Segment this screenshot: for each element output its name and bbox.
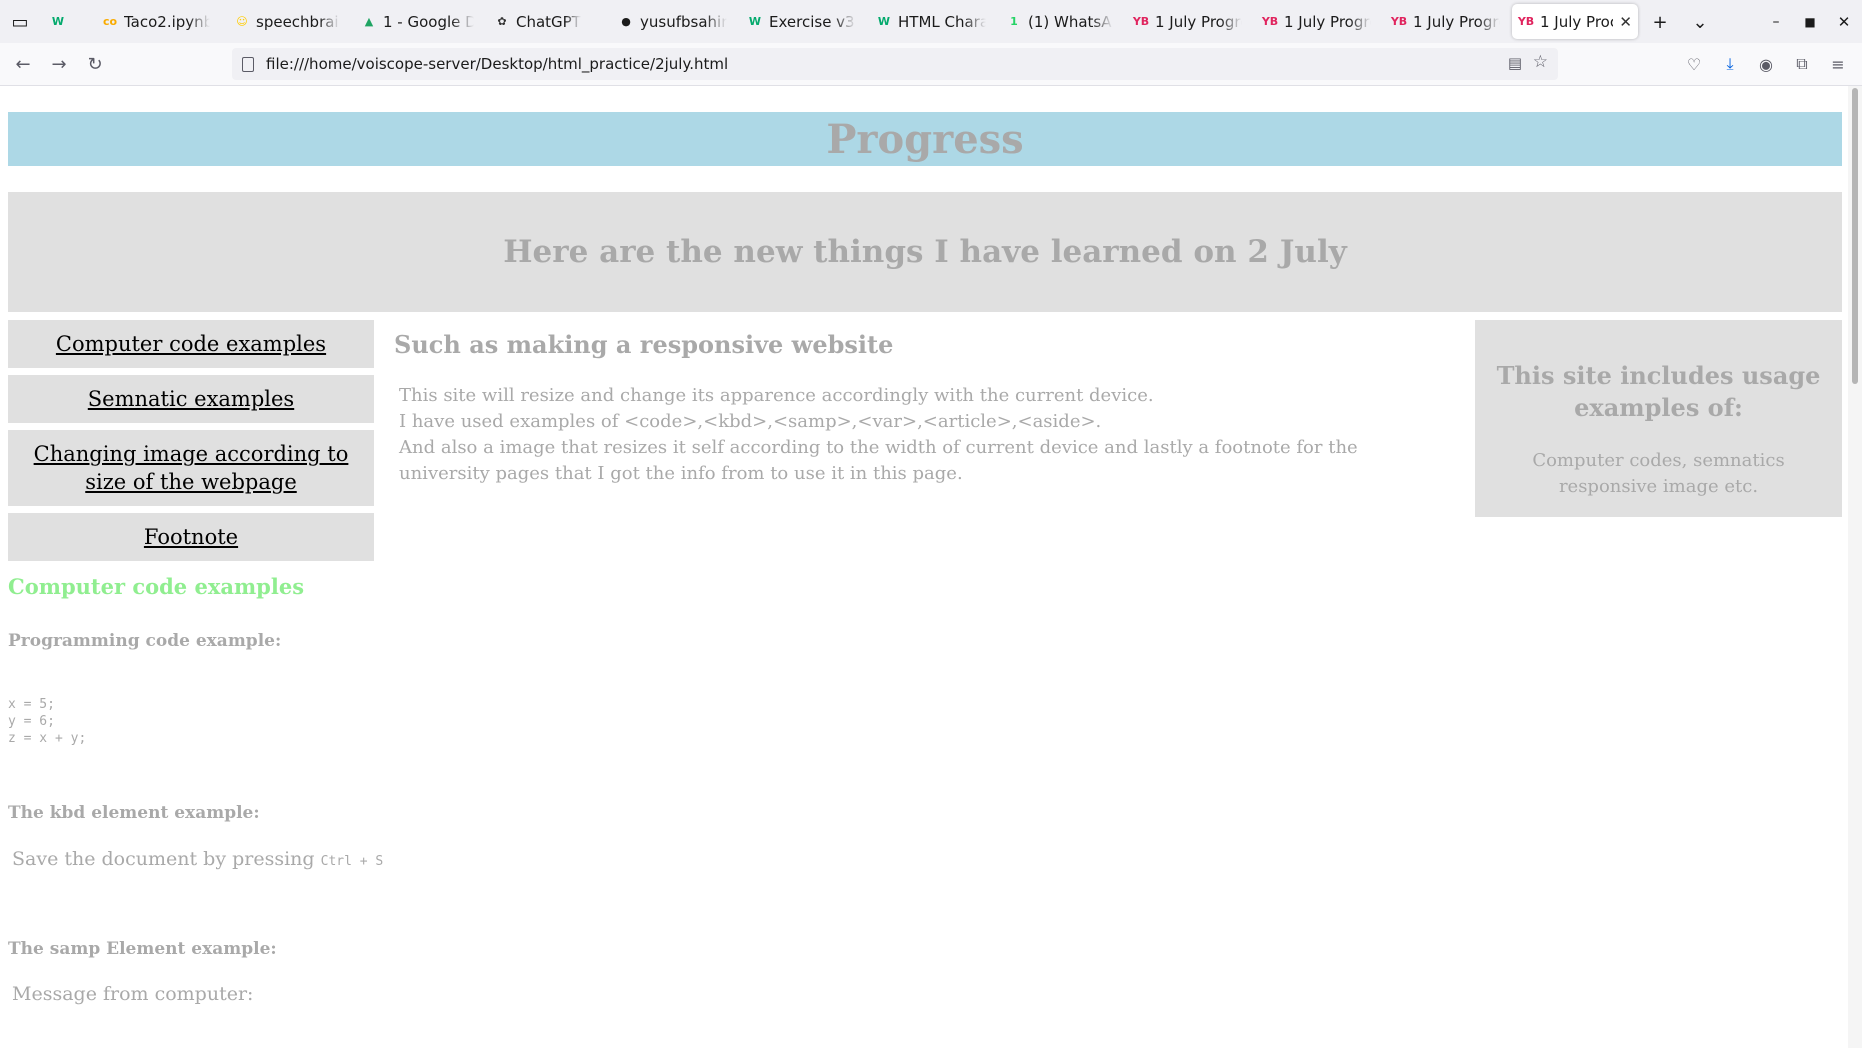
scrollbar-thumb[interactable] bbox=[1852, 88, 1858, 384]
browser-tab[interactable]: YB 1 July Progre bbox=[1385, 4, 1506, 39]
menu-link-code[interactable]: Computer code examples bbox=[56, 332, 326, 356]
tab-favicon-icon: ✿ bbox=[497, 15, 507, 28]
main-heading: Such as making a responsive website bbox=[394, 330, 894, 359]
browser-tab[interactable]: ✿ ChatGPT bbox=[488, 4, 604, 39]
tab-favicon-icon: YB bbox=[1390, 15, 1408, 28]
tab-favicon-icon: co bbox=[102, 15, 118, 28]
kbd-keys: Ctrl + S bbox=[320, 854, 384, 869]
tab-favicon-icon: ▲ bbox=[364, 15, 374, 28]
browser-tab[interactable]: ☺ speechbrain/ bbox=[228, 4, 346, 39]
tab-label: 1 July Proc bbox=[1540, 12, 1614, 31]
menu-icon[interactable]: ≡ bbox=[1826, 52, 1850, 76]
page-title: Progress bbox=[826, 115, 1024, 163]
menu-item-image[interactable]: Changing image according to size of the … bbox=[8, 430, 374, 506]
minimize-button[interactable]: – bbox=[1764, 10, 1788, 34]
tab-active[interactable]: YB 1 July Proc ✕ bbox=[1512, 4, 1638, 39]
back-arrow-icon[interactable]: ← bbox=[10, 51, 36, 77]
samp-example-title: The samp Element example: bbox=[8, 939, 277, 959]
section-title: Computer code examples bbox=[8, 574, 305, 599]
tab-label: (1) WhatsApp bbox=[1028, 12, 1113, 31]
menu-link-semantic[interactable]: Semnatic examples bbox=[88, 387, 294, 411]
tab-favicon-icon: W bbox=[748, 15, 762, 28]
samp-example-text: Message from computer: bbox=[12, 983, 254, 1005]
tab-label: Taco2.ipynb bbox=[124, 12, 210, 31]
main-line-2: I have used examples of <code>,<kbd>,<sa… bbox=[399, 411, 1102, 432]
kbd-example-text: Save the document by pressing Ctrl + S bbox=[12, 848, 383, 870]
browser-tab[interactable]: co Taco2.ipynb bbox=[96, 4, 216, 39]
tab-label: 1 - Google Dr bbox=[383, 12, 474, 31]
tab-label: 1 July Progre bbox=[1155, 12, 1242, 31]
banner-heading: Here are the new things I have learned o… bbox=[503, 234, 1347, 270]
pocket-icon[interactable]: ♡ bbox=[1682, 52, 1706, 76]
browser-tab[interactable]: ▲ 1 - Google Dr bbox=[355, 4, 480, 39]
navigation-bar: ← → ↻ file:///home/voiscope-server/Deskt… bbox=[0, 43, 1862, 86]
aside-text: Computer codes, semnatics responsive ima… bbox=[1532, 450, 1785, 497]
intro-banner: Here are the new things I have learned o… bbox=[8, 192, 1842, 312]
main-line-1: This site will resize and change its app… bbox=[399, 385, 1154, 406]
address-bar[interactable]: file:///home/voiscope-server/Desktop/htm… bbox=[232, 48, 1558, 80]
tab-favicon-icon: YB bbox=[1517, 15, 1535, 28]
browser-tab[interactable]: W HTML Charac bbox=[870, 4, 992, 39]
reader-view-icon[interactable]: ▤ bbox=[1508, 54, 1522, 72]
tab-label: speechbrain/ bbox=[256, 12, 340, 31]
menu-item-semantic[interactable]: Semnatic examples bbox=[8, 375, 374, 423]
code-block: x = 5; y = 6; z = x + y; bbox=[8, 697, 87, 746]
tab-favicon-icon: W bbox=[877, 15, 891, 28]
tab-label: yusufbsahin bbox=[640, 12, 727, 31]
tab-label: 1 July Progre bbox=[1413, 12, 1500, 31]
page-scrollbar[interactable] bbox=[1848, 86, 1862, 1048]
tab-favicon-icon: ☺ bbox=[236, 15, 248, 28]
page-viewport: Progress Here are the new things I have … bbox=[0, 86, 1848, 1048]
list-all-tabs-icon[interactable]: ⌄ bbox=[1688, 10, 1712, 34]
tab-favicon-icon: ● bbox=[621, 15, 631, 28]
extensions-icon[interactable]: ⧉ bbox=[1790, 52, 1814, 76]
side-menu: Computer code examples Semnatic examples… bbox=[8, 320, 374, 568]
main-content: Such as making a responsive website This… bbox=[394, 330, 1454, 487]
close-tab-icon[interactable]: ✕ bbox=[1619, 13, 1632, 31]
tab-label: ChatGPT bbox=[516, 12, 581, 31]
menu-item-code[interactable]: Computer code examples bbox=[8, 320, 374, 368]
close-window-button[interactable]: ✕ bbox=[1832, 10, 1856, 34]
maximize-button[interactable]: ■ bbox=[1798, 10, 1822, 34]
browser-tab[interactable]: YB 1 July Progre bbox=[1256, 4, 1377, 39]
main-line-3: And also a image that resizes it self ac… bbox=[399, 437, 1358, 484]
browser-tab[interactable]: W bbox=[44, 4, 84, 39]
forward-arrow-icon[interactable]: → bbox=[46, 51, 72, 77]
tab-label: Exercise v3.0 bbox=[769, 12, 856, 31]
menu-link-footnote[interactable]: Footnote bbox=[144, 525, 238, 549]
tab-list-icon[interactable]: ▭ bbox=[8, 10, 32, 34]
tab-label: HTML Charac bbox=[898, 12, 986, 31]
menu-item-footnote[interactable]: Footnote bbox=[8, 513, 374, 561]
tab-favicon-icon: W bbox=[51, 15, 65, 28]
browser-tab[interactable]: W Exercise v3.0 bbox=[741, 4, 862, 39]
download-icon[interactable]: ⤓ bbox=[1718, 52, 1742, 76]
tab-favicon-icon: YB bbox=[1132, 15, 1150, 28]
tab-label: 1 July Progre bbox=[1284, 12, 1371, 31]
url-text[interactable]: file:///home/voiscope-server/Desktop/htm… bbox=[266, 55, 728, 73]
tab-favicon-icon: YB bbox=[1261, 15, 1279, 28]
aside-panel: This site includes usage examples of: Co… bbox=[1475, 320, 1842, 517]
tab-strip: ▭ Wco Taco2.ipynb ☺ speechbrain/ ▲ 1 - Google… bbox=[0, 0, 1862, 43]
browser-tab[interactable]: ● yusufbsahin bbox=[612, 4, 733, 39]
page-header: Progress bbox=[8, 112, 1842, 166]
programming-example-title: Programming code example: bbox=[8, 631, 282, 651]
page-icon bbox=[242, 56, 254, 72]
aside-heading: This site includes usage examples of: bbox=[1496, 361, 1821, 422]
kbd-text: Save the document by pressing bbox=[12, 848, 321, 870]
browser-tab[interactable]: 1 (1) WhatsApp bbox=[1000, 4, 1119, 39]
kbd-example-title: The kbd element example: bbox=[8, 803, 260, 823]
tab-favicon-icon: 1 bbox=[1010, 15, 1018, 28]
bookmark-star-icon[interactable]: ☆ bbox=[1533, 52, 1548, 72]
account-icon[interactable]: ◉ bbox=[1754, 52, 1778, 76]
browser-tab[interactable]: YB 1 July Progre bbox=[1127, 4, 1248, 39]
reload-icon[interactable]: ↻ bbox=[82, 51, 108, 77]
new-tab-button[interactable]: + bbox=[1648, 10, 1672, 34]
menu-link-image[interactable]: Changing image according to size of the … bbox=[34, 442, 349, 494]
